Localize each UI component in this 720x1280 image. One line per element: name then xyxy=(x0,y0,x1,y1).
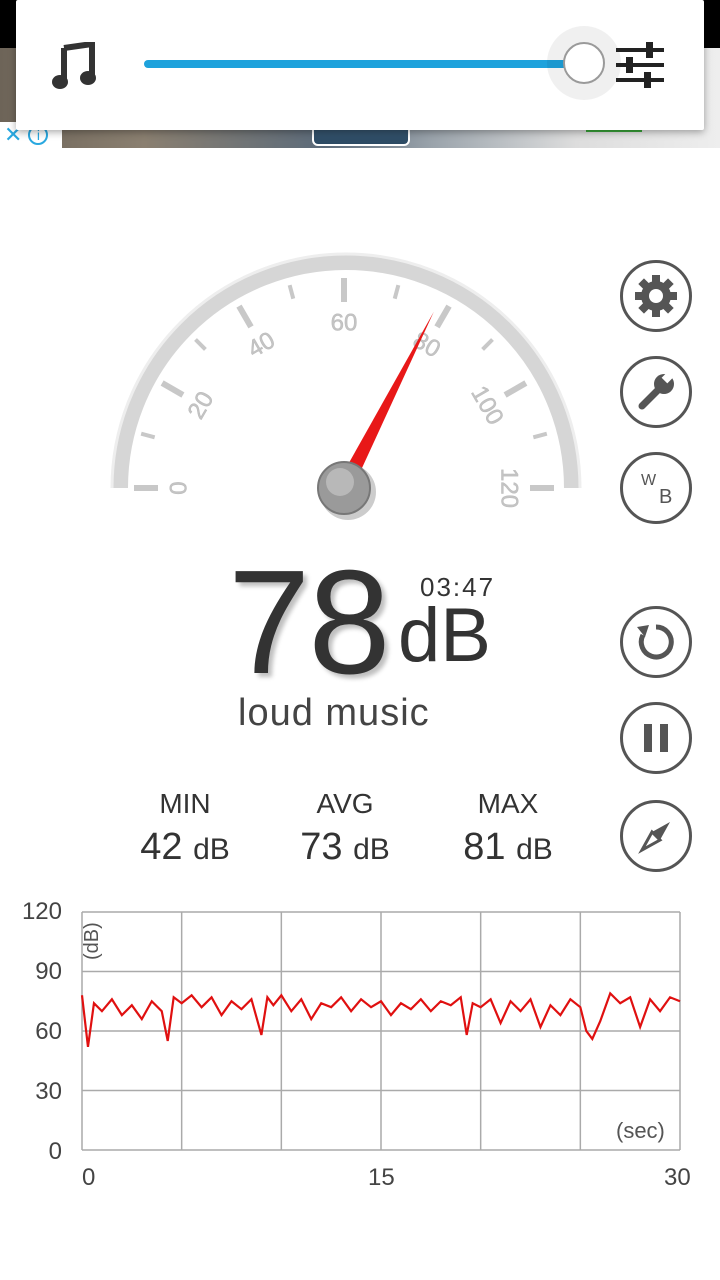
gear-icon xyxy=(635,275,677,317)
current-db-unit: dB xyxy=(398,593,491,678)
compass-button[interactable] xyxy=(620,800,692,872)
max-stat: MAX 81 dB xyxy=(428,788,588,869)
gauge-tick xyxy=(194,338,207,351)
x-tick-15: 15 xyxy=(368,1164,395,1191)
gauge-label: 0 xyxy=(165,481,192,494)
max-unit: dB xyxy=(516,833,553,866)
equalizer-sliders-icon[interactable] xyxy=(614,40,666,90)
wb-b-label: B xyxy=(659,486,672,508)
db-history-chart: (dB) (sec) xyxy=(80,911,681,1151)
wb-w-label: W xyxy=(641,472,657,489)
volume-panel xyxy=(16,0,704,130)
gauge-label: 80 xyxy=(408,327,445,364)
gauge-label: 100 xyxy=(465,381,508,429)
noise-description: loud music xyxy=(238,692,430,734)
gauge-tick xyxy=(532,431,548,440)
min-label: MIN xyxy=(159,788,211,819)
x-axis-label: (sec) xyxy=(616,1118,665,1143)
needle-hub-shine xyxy=(326,468,354,496)
gauge-tick xyxy=(503,380,528,398)
gauge-tick xyxy=(287,284,296,300)
white-balance-button[interactable]: W B xyxy=(620,452,692,524)
reset-button[interactable] xyxy=(620,606,692,678)
avg-label: AVG xyxy=(316,788,374,819)
gauge-label: 20 xyxy=(183,387,220,424)
max-label: MAX xyxy=(477,788,539,819)
min-number: 42 xyxy=(140,826,183,868)
max-number: 81 xyxy=(463,826,506,868)
gauge-label: 120 xyxy=(496,468,523,508)
avg-number: 73 xyxy=(300,826,343,868)
max-value: 81 dB xyxy=(428,826,588,869)
reset-icon xyxy=(637,624,674,660)
gauge-tick xyxy=(160,380,185,398)
pause-icon xyxy=(644,724,668,752)
x-tick-0: 0 xyxy=(82,1164,96,1191)
gauge-tick xyxy=(236,304,254,329)
avg-stat: AVG 73 dB xyxy=(265,788,425,869)
y-axis-label: (dB) xyxy=(81,922,103,960)
wrench-icon xyxy=(638,370,675,410)
min-stat: MIN 42 dB xyxy=(105,788,265,869)
sound-level-gauge: 0 20 40 60 80 100 120 xyxy=(110,252,582,520)
x-tick-30: 30 xyxy=(664,1164,691,1191)
volume-slider-thumb[interactable] xyxy=(562,42,605,84)
gauge-tick xyxy=(434,304,452,329)
settings-button[interactable] xyxy=(620,260,692,332)
current-db-value: 78 xyxy=(228,540,391,705)
min-unit: dB xyxy=(193,833,230,866)
avg-unit: dB xyxy=(353,833,390,866)
min-value: 42 dB xyxy=(105,826,265,869)
compass-icon xyxy=(638,822,670,854)
music-note-icon[interactable] xyxy=(52,42,98,90)
pause-button[interactable] xyxy=(620,702,692,774)
chart-grid xyxy=(81,911,681,1151)
gauge-tick xyxy=(481,338,494,351)
volume-slider-track[interactable] xyxy=(144,60,584,68)
avg-value: 73 dB xyxy=(265,826,425,869)
gauge-tick xyxy=(392,284,401,300)
gauge-label: 60 xyxy=(331,309,358,336)
gauge-label: 40 xyxy=(243,327,280,364)
calibrate-button[interactable] xyxy=(620,356,692,428)
white-balance-icon: W B xyxy=(641,472,672,508)
gauge-tick xyxy=(140,431,156,440)
